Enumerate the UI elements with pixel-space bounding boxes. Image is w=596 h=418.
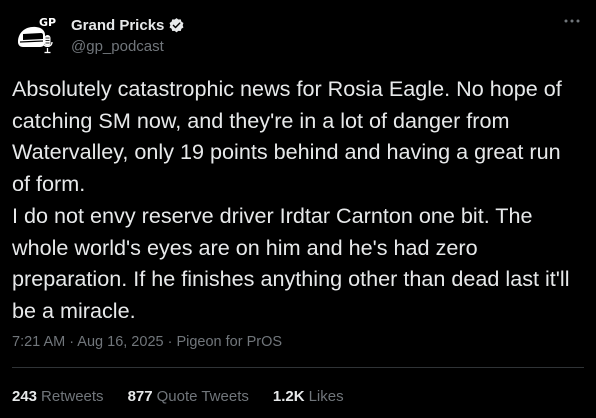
svg-text:GP: GP xyxy=(39,16,56,29)
likes-label: Likes xyxy=(308,388,344,405)
more-options-icon[interactable] xyxy=(560,12,584,32)
display-name-row: Grand Pricks xyxy=(71,15,185,35)
tweet-date[interactable]: Aug 16, 2025 xyxy=(77,334,163,350)
quotes-count: 877 xyxy=(127,388,153,405)
likes-count: 1.2K xyxy=(272,388,305,405)
user-handle[interactable]: @gp_podcast xyxy=(71,38,185,55)
tweet-meta: 7:21 AM · Aug 16, 2025 · Pigeon for PrOS xyxy=(12,334,282,350)
quotes-stat[interactable]: 877 Quote Tweets xyxy=(128,388,249,405)
likes-stat[interactable]: 1.2K Likes xyxy=(273,388,344,405)
author-names: Grand Pricks @gp_podcast xyxy=(71,15,185,55)
tweet-text: Absolutely catastrophic news for Rosia E… xyxy=(12,76,570,323)
more-dots-icon xyxy=(564,19,580,23)
helmet-microphone-logo-icon: GP xyxy=(18,16,56,54)
retweets-stat[interactable]: 243 Retweets xyxy=(12,388,104,405)
retweets-label: Retweets xyxy=(41,388,104,405)
tweet-stats: 243 Retweets 877 Quote Tweets 1.2K Likes xyxy=(12,388,344,405)
tweet-card: GP Grand Pricks @gp_podcast Absolutely c… xyxy=(0,0,596,418)
avatar[interactable]: GP xyxy=(12,12,60,60)
tweet-source[interactable]: Pigeon for PrOS xyxy=(176,334,282,350)
quotes-label: Quote Tweets xyxy=(156,388,249,405)
tweet-header: GP Grand Pricks @gp_podcast xyxy=(12,12,584,60)
retweets-count: 243 xyxy=(12,388,38,405)
verified-badge-icon xyxy=(169,17,184,32)
tweet-time[interactable]: 7:21 AM xyxy=(12,334,65,350)
divider xyxy=(12,367,584,368)
display-name[interactable]: Grand Pricks xyxy=(71,17,164,34)
